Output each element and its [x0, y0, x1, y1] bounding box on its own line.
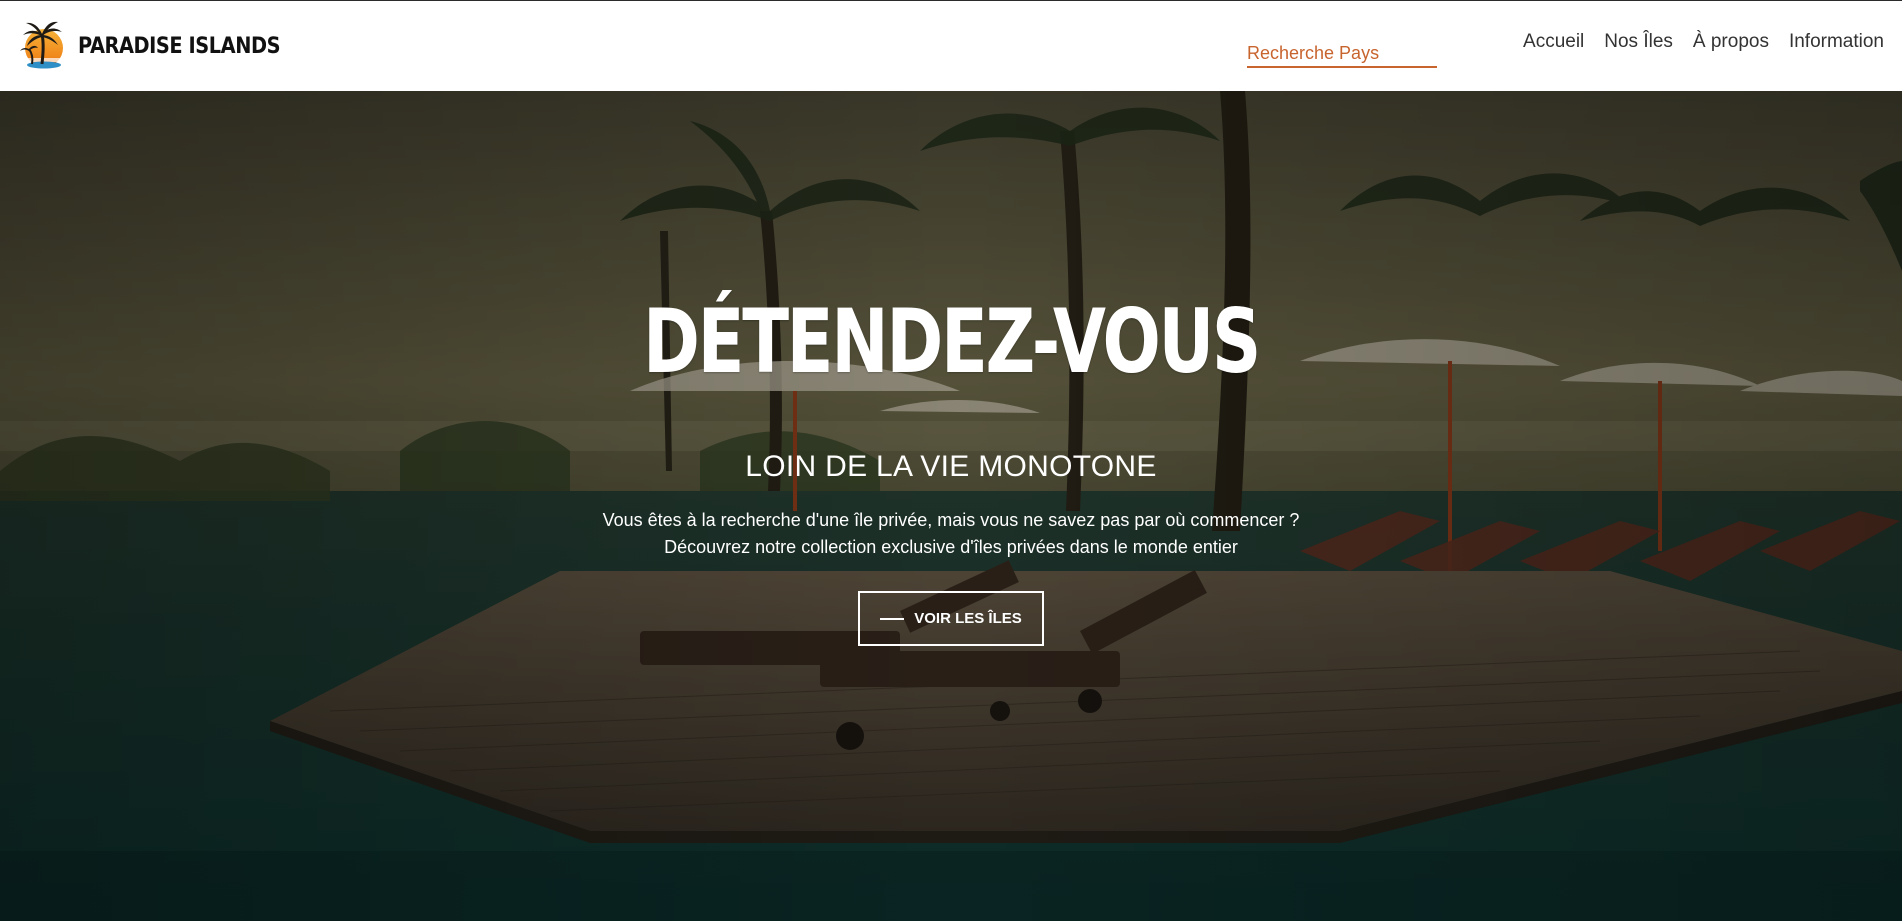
hero-subtitle: LOIN DE LA VIE MONOTONE	[745, 450, 1157, 483]
page: PARADISE ISLANDS Accueil Nos Îles À prop…	[0, 0, 1902, 921]
brand-name: PARADISE ISLANDS	[78, 33, 281, 59]
view-islands-button[interactable]: VOIR LES ÎLES	[858, 591, 1044, 646]
palm-sunset-logo-icon	[20, 21, 63, 69]
main-nav: Accueil Nos Îles À propos Information	[1523, 31, 1884, 53]
search-country-input[interactable]	[1247, 39, 1437, 68]
hero-section: DÉTENDEZ-VOUS LOIN DE LA VIE MONOTONE Vo…	[0, 91, 1902, 921]
nav-link-information[interactable]: Information	[1789, 31, 1884, 53]
hero-description-line-1: Vous êtes à la recherche d'une île privé…	[602, 510, 1300, 530]
nav-link-nos-iles[interactable]: Nos Îles	[1604, 31, 1673, 53]
nav-link-accueil[interactable]: Accueil	[1523, 31, 1584, 53]
dash-icon	[880, 617, 905, 620]
hero-description-line-2: Découvrez notre collection exclusive d'î…	[664, 537, 1238, 557]
brand-link[interactable]: PARADISE ISLANDS	[20, 20, 308, 72]
view-islands-button-label: VOIR LES ÎLES	[914, 610, 1022, 627]
hero-title: DÉTENDEZ-VOUS	[643, 290, 1261, 393]
site-header: PARADISE ISLANDS Accueil Nos Îles À prop…	[0, 0, 1902, 91]
hero-description: Vous êtes à la recherche d'une île privé…	[0, 507, 1902, 561]
nav-link-a-propos[interactable]: À propos	[1693, 31, 1769, 53]
hero-content: DÉTENDEZ-VOUS LOIN DE LA VIE MONOTONE Vo…	[0, 91, 1902, 921]
